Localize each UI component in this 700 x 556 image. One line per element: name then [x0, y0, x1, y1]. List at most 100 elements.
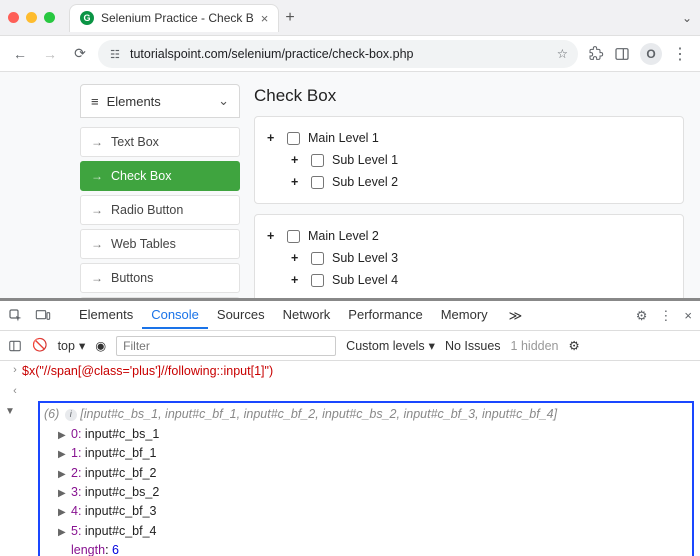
devtools-tab-network[interactable]: Network [274, 302, 340, 329]
tree-node[interactable]: + Main Level 2 [267, 225, 671, 247]
console-settings-icon[interactable]: ⚙ [569, 338, 580, 353]
array-item[interactable]: ▶1: input#c_bf_1 [58, 444, 688, 463]
close-tab-icon[interactable]: × [261, 11, 269, 26]
chevron-down-icon: ⌄ [218, 93, 229, 109]
node-label: Sub Level 1 [332, 153, 398, 167]
close-window[interactable] [8, 12, 19, 23]
expand-icon[interactable]: + [291, 251, 303, 265]
devtools-tab-performance[interactable]: Performance [339, 302, 431, 329]
expand-arrow-icon[interactable]: ▶ [58, 447, 68, 463]
devtools-close-icon[interactable]: × [684, 308, 692, 323]
chrome-menu-icon[interactable]: ⋮ [672, 44, 688, 64]
devtools-tab-console[interactable]: Console [142, 302, 208, 329]
devtools-tab-sources[interactable]: Sources [208, 302, 274, 329]
device-toolbar-icon[interactable] [34, 308, 52, 324]
new-tab-button[interactable]: + [285, 9, 294, 27]
extensions-icon[interactable] [588, 46, 604, 62]
sidebar-header[interactable]: ≡ Elements ⌄ [80, 84, 240, 118]
checkbox[interactable] [311, 274, 324, 287]
sidebar-item-web-tables[interactable]: →Web Tables [80, 229, 240, 259]
result-array[interactable]: (6) i [input#c_bs_1, input#c_bf_1, input… [38, 401, 694, 556]
sidebar-item-label: Check Box [111, 169, 171, 183]
minimize-window[interactable] [26, 12, 37, 23]
checkbox-group: + Main Level 2 +Sub Level 3+Sub Level 4 [254, 214, 684, 298]
tree-node[interactable]: + Sub Level 1 [291, 149, 671, 171]
log-levels-dropdown[interactable]: Custom levels ▾ [346, 338, 435, 353]
main-content: Check Box + Main Level 1 + Sub Level 1 +Sub … [254, 84, 684, 298]
expand-arrow-icon[interactable]: ▶ [58, 428, 68, 444]
checkbox[interactable] [311, 252, 324, 265]
expand-arrow-icon[interactable]: ▶ [58, 505, 68, 521]
sidebar-item-label: Web Tables [111, 237, 176, 251]
bookmark-icon[interactable]: ☆ [557, 46, 568, 61]
sidebar-item-radio-button[interactable]: → Radio Button [80, 195, 240, 225]
reload-button[interactable]: ⟳ [68, 42, 92, 66]
menu-icon: ≡ [91, 94, 99, 109]
expand-arrow-icon[interactable]: ▶ [58, 467, 68, 483]
tree-node[interactable]: +Sub Level 3 [291, 247, 671, 269]
console-filter-input[interactable] [116, 336, 336, 356]
array-item[interactable]: ▶4: input#c_bf_3 [58, 502, 688, 521]
context-selector[interactable]: top ▾ [58, 338, 86, 353]
browser-tab-strip: G Selenium Practice - Check B × + ⌄ [0, 0, 700, 36]
sidebar-item-label: Radio Button [111, 203, 183, 217]
expand-icon[interactable]: + [291, 273, 303, 287]
array-summary[interactable]: (6) i [input#c_bs_1, input#c_bf_1, input… [44, 405, 688, 424]
tab-title: Selenium Practice - Check B [101, 11, 254, 25]
checkbox[interactable] [287, 230, 300, 243]
node-label: Main Level 2 [308, 229, 379, 243]
tree-node[interactable]: +Sub Level 4 [291, 269, 671, 291]
array-item[interactable]: ▶2: input#c_bf_2 [58, 464, 688, 483]
maximize-window[interactable] [44, 12, 55, 23]
address-bar[interactable]: tutorialspoint.com/selenium/practice/che… [98, 40, 578, 68]
sidebar-item-check-box[interactable]: →Check Box [80, 161, 240, 191]
console-sidebar-toggle-icon[interactable] [8, 339, 22, 353]
array-count: (6) [44, 407, 63, 421]
expand-toggle[interactable]: ▼ [0, 401, 20, 556]
devtools-settings-icon[interactable]: ⚙ [636, 308, 648, 324]
devtools-tab-memory[interactable]: Memory [432, 302, 497, 329]
tree-node[interactable]: +Sub Level 2 [291, 171, 671, 193]
tree-node[interactable]: + Main Level 1 [267, 127, 671, 149]
checkbox-group: + Main Level 1 + Sub Level 1 +Sub Level 2 [254, 116, 684, 204]
expand-icon[interactable]: + [267, 229, 279, 243]
window-controls [8, 12, 55, 23]
browser-tab[interactable]: G Selenium Practice - Check B × [69, 4, 279, 32]
expand-icon[interactable]: + [291, 153, 303, 167]
forward-button[interactable]: → [38, 42, 62, 66]
sidebar-item-label: Text Box [111, 135, 159, 149]
site-info-icon[interactable] [108, 47, 122, 61]
array-item[interactable]: ▶0: input#c_bs_1 [58, 425, 688, 444]
array-item[interactable]: ▶3: input#c_bs_2 [58, 483, 688, 502]
devtools-panel: ElementsConsoleSourcesNetworkPerformance… [0, 298, 700, 556]
checkbox[interactable] [287, 132, 300, 145]
result-icon: ‹ [8, 383, 22, 400]
profile-avatar[interactable]: O [640, 43, 662, 65]
expand-arrow-icon[interactable]: ▶ [58, 525, 68, 541]
arrow-right-icon: → [91, 203, 103, 217]
array-item[interactable]: ▶5: input#c_bf_4 [58, 522, 688, 541]
sidebar-item-label: Buttons [111, 271, 153, 285]
clear-console-icon[interactable]: 🚫 [32, 338, 48, 353]
more-tabs-icon[interactable]: ≫ [509, 308, 523, 324]
expand-icon[interactable]: + [267, 131, 279, 145]
sidebar-item-buttons[interactable]: →Buttons [80, 263, 240, 293]
node-label: Main Level 1 [308, 131, 379, 145]
window-chevron-icon[interactable]: ⌄ [682, 11, 692, 25]
back-button[interactable]: ← [8, 42, 32, 66]
console-output[interactable]: › $x("//span[@class='plus']//following::… [0, 361, 700, 556]
sidebar-item-text-box[interactable]: →Text Box [80, 127, 240, 157]
checkbox[interactable] [311, 154, 324, 167]
inspect-icon[interactable] [8, 308, 24, 324]
devtools-menu-icon[interactable]: ⋮ [659, 308, 672, 324]
issues-link[interactable]: No Issues [445, 339, 501, 353]
hidden-count: 1 hidden [511, 339, 559, 353]
live-expression-icon[interactable]: ◉ [95, 338, 106, 353]
expand-arrow-icon[interactable]: ▶ [58, 486, 68, 502]
side-panel-icon[interactable] [614, 46, 630, 62]
page-title: Check Box [254, 86, 684, 106]
checkbox[interactable] [311, 176, 324, 189]
devtools-tab-elements[interactable]: Elements [70, 302, 142, 329]
console-input-echo: $x("//span[@class='plus']//following::in… [22, 362, 273, 381]
expand-icon[interactable]: + [291, 175, 303, 189]
